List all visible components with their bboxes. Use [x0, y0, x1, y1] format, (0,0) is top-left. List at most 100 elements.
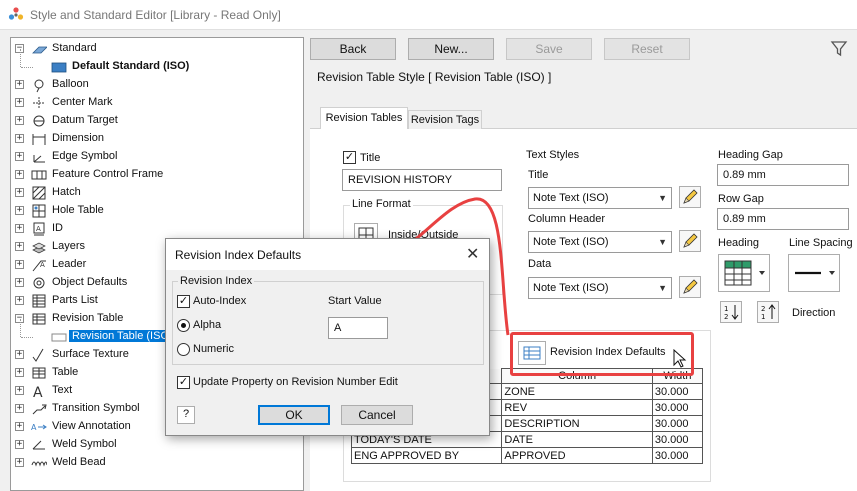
- pencil-icon: [683, 233, 698, 248]
- tree-item-hole-table[interactable]: + Hole Table: [11, 202, 303, 220]
- alpha-radio[interactable]: [177, 319, 190, 332]
- tree-item-default-standard-iso[interactable]: Default Standard (ISO): [11, 49, 303, 76]
- tree-item-label: Parts List: [52, 294, 98, 306]
- pencil-icon: [683, 189, 698, 204]
- app-logo-icon: [8, 7, 24, 20]
- heading-gap-label: Heading Gap: [718, 149, 783, 161]
- width-cell[interactable]: 30.000: [651, 399, 704, 416]
- expand-icon[interactable]: +: [15, 260, 24, 269]
- expand-icon[interactable]: +: [15, 422, 24, 431]
- tab-revision-tags[interactable]: Revision Tags: [408, 110, 482, 129]
- expand-icon[interactable]: +: [15, 80, 24, 89]
- reset-button[interactable]: Reset: [604, 38, 690, 60]
- filter-icon[interactable]: [830, 40, 848, 58]
- line-spacing-dropdown[interactable]: [788, 254, 840, 292]
- tree-item-weld-symbol[interactable]: + Weld Symbol: [11, 436, 303, 454]
- dialog-close-icon[interactable]: ✕: [466, 244, 479, 264]
- expand-icon[interactable]: +: [15, 350, 24, 359]
- expand-icon[interactable]: +: [15, 458, 24, 467]
- title-text-style-select[interactable]: Note Text (ISO) ▼: [528, 187, 672, 209]
- svg-text:2: 2: [724, 313, 728, 321]
- revision-table-item-icon: [51, 333, 67, 342]
- expand-icon[interactable]: +: [15, 440, 24, 449]
- edit-title-style-button[interactable]: [679, 186, 701, 208]
- direction-label: Direction: [792, 307, 836, 319]
- tree-item-center-mark[interactable]: + Center Mark: [11, 94, 303, 112]
- tree-item-id[interactable]: + A ID: [11, 220, 303, 238]
- tree-item-weld-bead[interactable]: + Weld Bead: [11, 454, 303, 472]
- heading-dropdown[interactable]: [718, 254, 770, 292]
- save-button[interactable]: Save: [506, 38, 592, 60]
- column-header-text-style-select[interactable]: Note Text (ISO) ▼: [528, 231, 672, 253]
- column-cell[interactable]: DESCRIPTION: [501, 415, 653, 432]
- width-cell[interactable]: 30.000: [651, 415, 704, 432]
- start-value-input[interactable]: A: [328, 317, 388, 339]
- tree-item-hatch[interactable]: + Hatch: [11, 184, 303, 202]
- auto-index-checkbox[interactable]: ✓: [177, 295, 190, 308]
- window-title: Style and Standard Editor [Library - Rea…: [30, 8, 281, 22]
- expand-icon[interactable]: +: [15, 242, 24, 251]
- expand-icon[interactable]: +: [15, 98, 24, 107]
- ok-button[interactable]: OK: [258, 405, 330, 425]
- select-value: Note Text (ISO): [533, 282, 609, 294]
- edit-data-style-button[interactable]: [679, 276, 701, 298]
- direction-descending-button[interactable]: 21: [757, 301, 779, 323]
- id-icon: A: [33, 222, 45, 236]
- data-text-style-select[interactable]: Note Text (ISO) ▼: [528, 277, 672, 299]
- cancel-button[interactable]: Cancel: [341, 405, 413, 425]
- tree-item-edge-symbol[interactable]: + Edge Symbol: [11, 148, 303, 166]
- update-property-checkbox[interactable]: ✓: [177, 376, 190, 389]
- table-row[interactable]: ENG APPROVED BY APPROVED 30.000: [350, 447, 704, 464]
- property-cell[interactable]: ENG APPROVED BY: [350, 447, 503, 464]
- back-button[interactable]: Back: [310, 38, 396, 60]
- style-header: Revision Table Style [ Revision Table (I…: [317, 70, 552, 84]
- balloon-icon: [34, 79, 44, 93]
- width-cell[interactable]: 30.000: [651, 383, 704, 400]
- expand-icon[interactable]: +: [15, 278, 24, 287]
- layers-icon: [32, 242, 46, 254]
- expand-icon[interactable]: +: [15, 296, 24, 305]
- direction-ascending-button[interactable]: 12: [720, 301, 742, 323]
- expand-icon[interactable]: +: [15, 188, 24, 197]
- tree-item-standard[interactable]: − Standard: [11, 40, 303, 58]
- tree-connector: [21, 67, 33, 68]
- tree-item-label: Edge Symbol: [52, 150, 118, 162]
- tab-revision-tables[interactable]: Revision Tables: [320, 107, 408, 129]
- tree-item-feature-control-frame[interactable]: + Feature Control Frame: [11, 166, 303, 184]
- help-button[interactable]: ?: [177, 406, 195, 424]
- leader-icon: A: [32, 260, 46, 272]
- column-cell[interactable]: DATE: [501, 431, 653, 448]
- chevron-down-icon: ▼: [658, 283, 667, 293]
- tree-item-dimension[interactable]: + Dimension: [11, 130, 303, 148]
- expand-icon[interactable]: +: [15, 368, 24, 377]
- line-spacing-label: Line Spacing: [789, 237, 853, 249]
- column-cell[interactable]: REV: [501, 399, 653, 416]
- tree-item-balloon[interactable]: + Balloon: [11, 76, 303, 94]
- tree-item-label: View Annotation: [52, 420, 131, 432]
- width-cell[interactable]: 30.000: [651, 447, 704, 464]
- text-style-data-label: Data: [528, 258, 552, 270]
- expand-icon[interactable]: +: [15, 116, 24, 125]
- expand-icon[interactable]: +: [15, 386, 24, 395]
- tree-item-label: Table: [52, 366, 79, 378]
- column-cell[interactable]: APPROVED: [501, 447, 653, 464]
- expand-icon[interactable]: +: [15, 224, 24, 233]
- heading-gap-input[interactable]: 0.89 mm: [717, 164, 849, 186]
- row-gap-input[interactable]: 0.89 mm: [717, 208, 849, 230]
- numeric-radio[interactable]: [177, 343, 190, 356]
- text-styles-label: Text Styles: [526, 149, 580, 161]
- column-cell[interactable]: ZONE: [501, 383, 653, 400]
- expand-icon[interactable]: +: [15, 206, 24, 215]
- new-button[interactable]: New...: [408, 38, 494, 60]
- title-checkbox[interactable]: ✓: [343, 151, 356, 164]
- expand-icon[interactable]: +: [15, 170, 24, 179]
- svg-text:A: A: [36, 225, 41, 233]
- expand-icon[interactable]: +: [15, 134, 24, 143]
- revision-index-defaults-dialog[interactable]: Revision Index Defaults ✕ Revision Index…: [165, 238, 490, 436]
- width-cell[interactable]: 30.000: [651, 431, 704, 448]
- expand-icon[interactable]: +: [15, 404, 24, 413]
- row-gap-label: Row Gap: [718, 193, 764, 205]
- tree-item-datum-target[interactable]: + Datum Target: [11, 112, 303, 130]
- edit-column-header-style-button[interactable]: [679, 230, 701, 252]
- expand-icon[interactable]: +: [15, 152, 24, 161]
